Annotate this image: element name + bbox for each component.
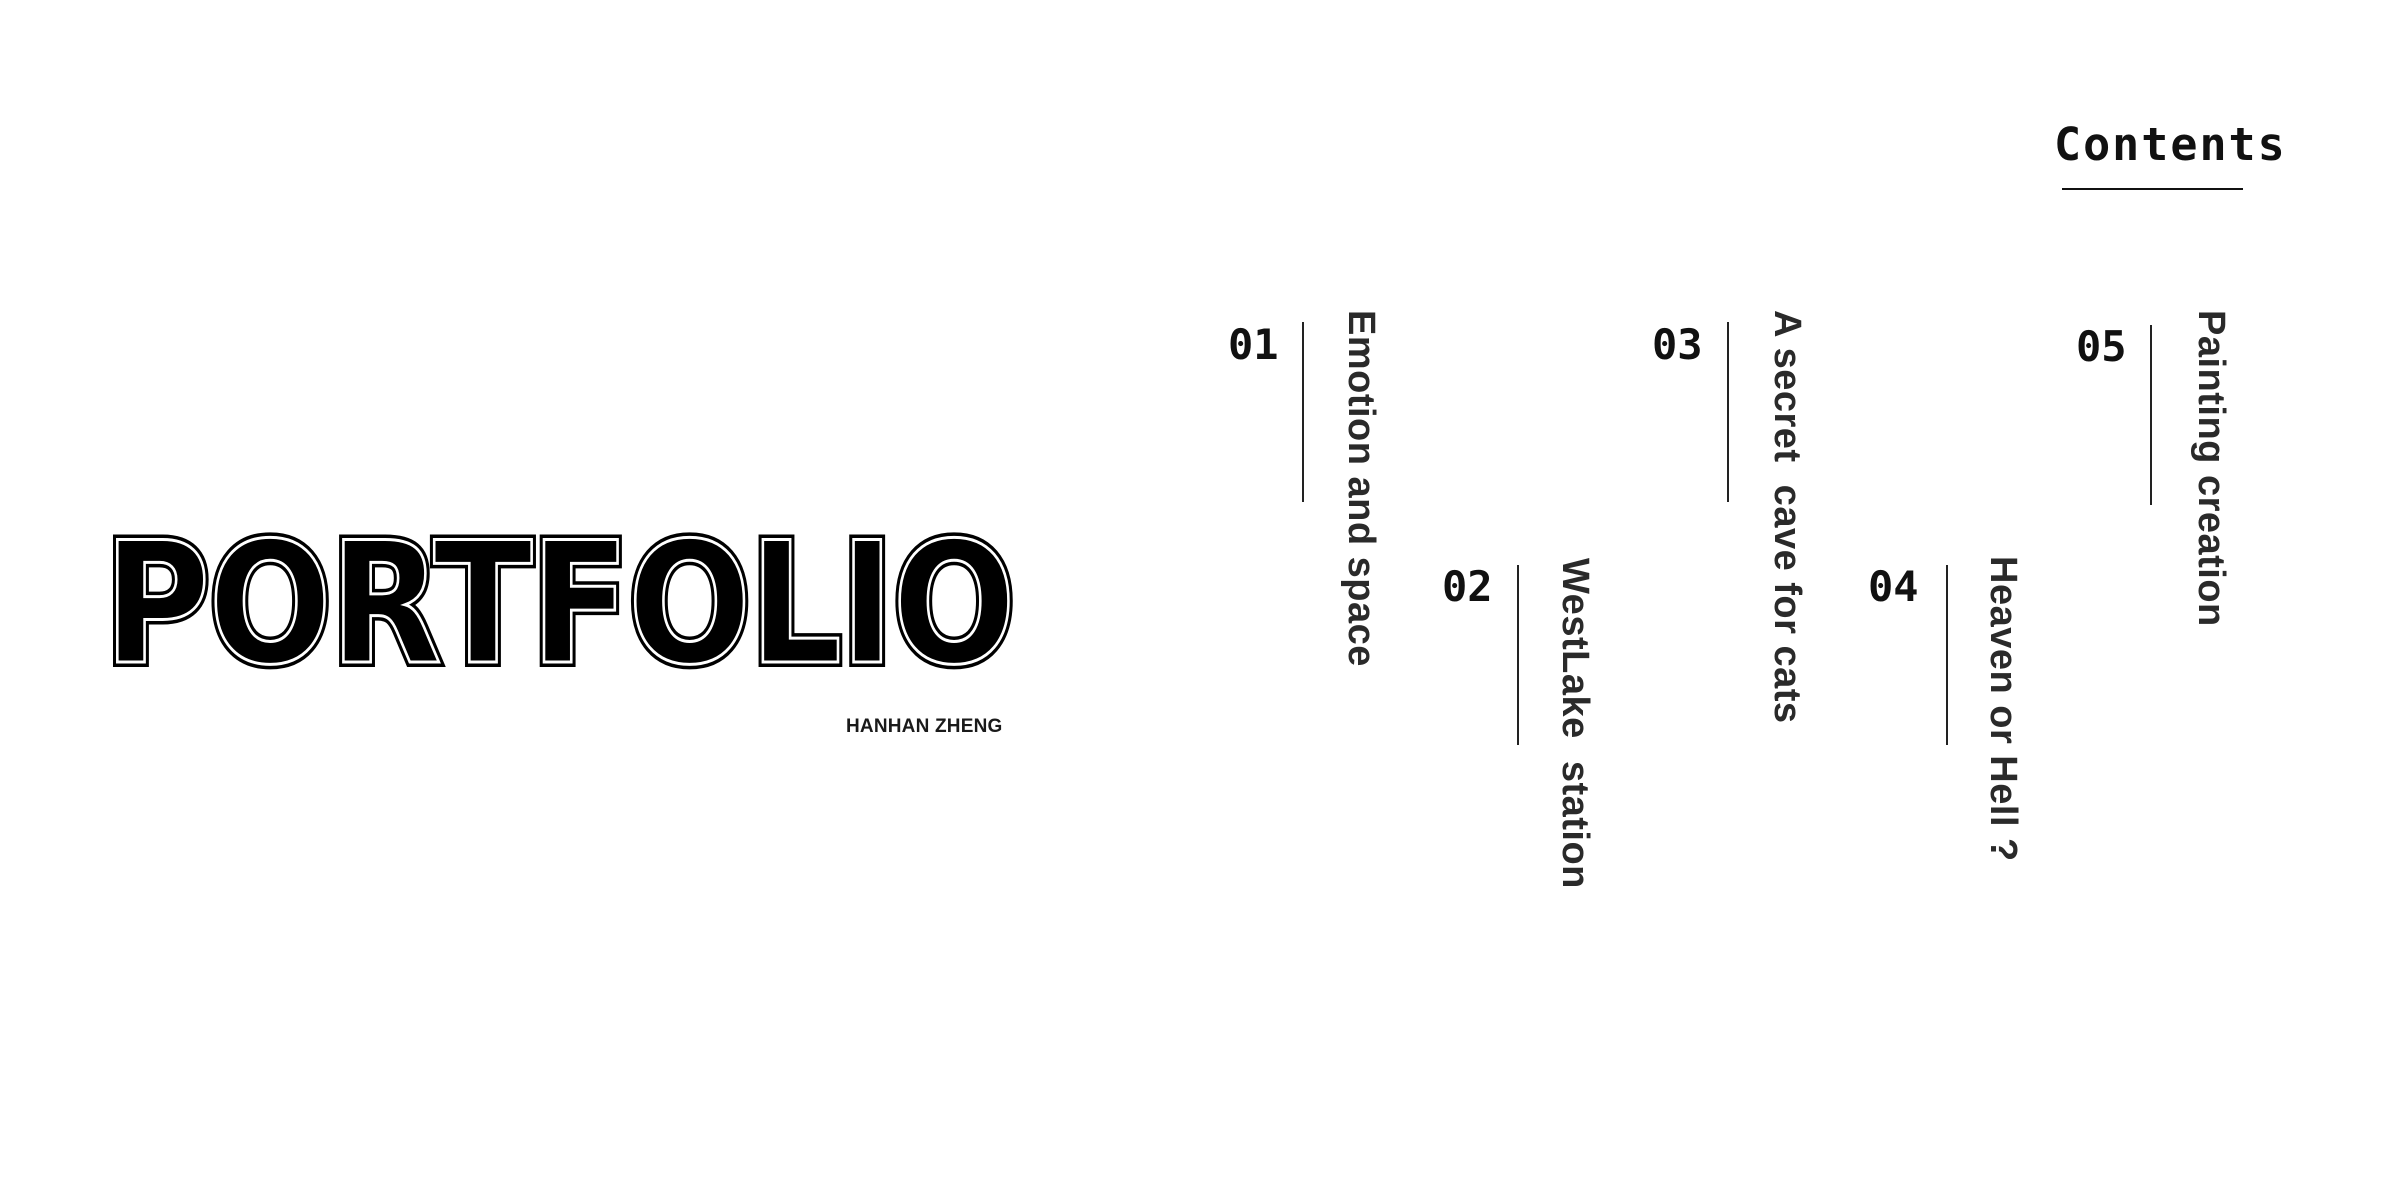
contents-item-number: 01 <box>1228 320 1279 369</box>
contents-item-number: 03 <box>1652 320 1703 369</box>
contents-item-title[interactable]: Heaven or Hell ? <box>1982 556 2024 862</box>
contents-item-divider <box>1517 565 1519 745</box>
contents-heading: Contents <box>2054 118 2287 171</box>
contents-item-number: 05 <box>2076 322 2127 371</box>
portfolio-title-inline: PORTFOLIO <box>104 506 1014 702</box>
portfolio-title: PORTFOLIO PORTFOLIO <box>99 501 1024 707</box>
contents-item-number: 04 <box>1868 562 1919 611</box>
portfolio-title-graphic: PORTFOLIO PORTFOLIO <box>99 501 1021 707</box>
contents-item-title[interactable]: WestLake station <box>1554 558 1596 889</box>
contents-item-title[interactable]: Painting creation <box>2190 310 2232 627</box>
contents-item-title[interactable]: A secret cave for cats <box>1766 310 1808 724</box>
contents-item-divider <box>2150 325 2152 505</box>
contents-item-divider <box>1302 322 1304 502</box>
contents-item-title[interactable]: Emotion and space <box>1340 310 1382 667</box>
contents-item-divider <box>1727 322 1729 502</box>
contents-item-number: 02 <box>1442 562 1493 611</box>
contents-item-divider <box>1946 565 1948 745</box>
contents-underline <box>2062 188 2243 190</box>
author-name: HANHAN ZHENG <box>846 716 1003 737</box>
